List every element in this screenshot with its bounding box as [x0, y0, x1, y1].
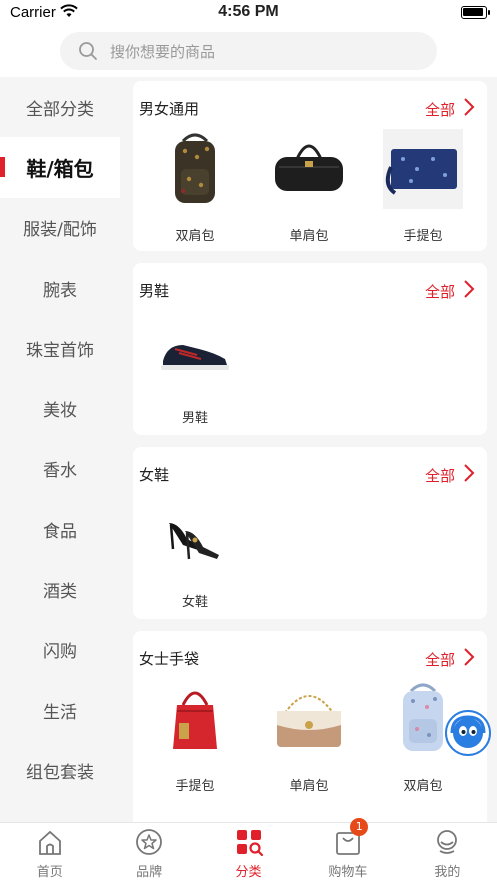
tab-label: 品牌 [136, 865, 163, 880]
clutch-icon [383, 129, 463, 209]
sidebar-item-all[interactable]: 全部分类 [0, 77, 120, 137]
product-shoulder-bag[interactable]: 单肩包 [259, 677, 359, 794]
section-title: 男女通用 [139, 100, 200, 118]
section-title: 女士手袋 [139, 650, 200, 668]
sidebar-item-shoes-bags[interactable]: 鞋/箱包 [0, 137, 120, 198]
sidebar-item-life[interactable]: 生活 [0, 680, 120, 740]
sneaker-icon [161, 345, 229, 370]
tab-brand[interactable]: 品牌 [99, 823, 198, 883]
sidebar-item-jewelry[interactable]: 珠宝首饰 [0, 318, 120, 378]
sidebar-item-label: 组包套装 [26, 762, 94, 783]
tab-label: 购物车 [328, 865, 368, 880]
sidebar-item-label: 全部分类 [26, 99, 94, 120]
section-title: 男鞋 [139, 282, 170, 300]
category-content: 男女通用 全部 双肩包 单肩包 手提包 男鞋 全部 男鞋 女鞋 全部 女鞋 女士… [120, 77, 497, 822]
product-label: 手提包 [175, 779, 215, 794]
sidebar-item-label: 食品 [43, 521, 77, 542]
product-label: 单肩包 [289, 229, 329, 244]
section-women-bags: 女士手袋 全部 手提包 单肩包 双肩包 [133, 631, 487, 822]
search-placeholder: 搜你想要的商品 [110, 43, 216, 61]
customer-service-icon[interactable] [444, 709, 492, 757]
tab-cart[interactable]: 1 购物车 [298, 818, 397, 883]
sidebar-item-perfume[interactable]: 香水 [0, 439, 120, 499]
sidebar-item-apparel[interactable]: 服装/配饰 [0, 198, 120, 258]
product-handbag[interactable]: 手提包 [373, 127, 473, 244]
sidebar-item-label: 美妆 [43, 401, 77, 422]
shoulder-bag-icon [277, 695, 341, 747]
status-bar: Carrier 4:56 PM [0, 0, 497, 26]
sidebar-item-label: 生活 [43, 702, 77, 723]
sidebar-item-wine[interactable]: 酒类 [0, 559, 120, 619]
category-grid-icon [236, 830, 263, 857]
view-all-link[interactable]: 全部 [425, 465, 455, 486]
profile-icon [437, 830, 458, 854]
view-all-link[interactable]: 全部 [425, 99, 455, 120]
cart-badge: 1 [350, 818, 369, 836]
section-women-shoes: 女鞋 全部 女鞋 [133, 447, 487, 619]
sidebar-item-label: 鞋/箱包 [26, 156, 94, 181]
tab-profile[interactable]: 我的 [398, 823, 497, 883]
search-input[interactable]: 搜你想要的商品 [60, 32, 437, 70]
search-icon [79, 42, 97, 60]
section-men-shoes: 男鞋 全部 男鞋 [133, 263, 487, 435]
battery-icon [461, 6, 490, 19]
chevron-right-icon[interactable] [463, 279, 475, 299]
section-title: 女鞋 [139, 466, 170, 484]
brand-star-icon [136, 829, 163, 855]
home-icon [38, 830, 61, 855]
heels-icon [169, 523, 219, 560]
tab-home[interactable]: 首页 [0, 823, 99, 883]
sidebar-item-flash-sale[interactable]: 闪购 [0, 620, 120, 680]
product-women-shoes[interactable]: 女鞋 [145, 493, 245, 610]
product-handbag[interactable]: 手提包 [145, 677, 245, 794]
sidebar-item-watches[interactable]: 腕表 [0, 258, 120, 318]
chevron-right-icon[interactable] [463, 97, 475, 117]
sidebar-item-label: 腕表 [43, 280, 77, 301]
sidebar-item-label: 闪购 [43, 642, 77, 663]
product-backpack[interactable]: 双肩包 [145, 127, 245, 244]
sidebar-item-food[interactable]: 食品 [0, 499, 120, 559]
product-label: 手提包 [403, 229, 443, 244]
sidebar-item-label: 珠宝首饰 [26, 340, 94, 361]
tab-label: 首页 [36, 865, 63, 880]
sidebar-item-bundles[interactable]: 组包套装 [0, 740, 120, 800]
duffel-bag-icon [275, 144, 343, 191]
bottom-tab-bar: 首页 品牌 分类 1 购物车 我的 [0, 818, 497, 883]
sidebar-item-label: 酒类 [43, 582, 77, 603]
view-all-link[interactable]: 全部 [425, 281, 455, 302]
section-unisex: 男女通用 全部 双肩包 单肩包 手提包 [133, 81, 487, 251]
bucket-bag-icon [173, 691, 217, 749]
category-sidebar: 全部分类 鞋/箱包 服装/配饰 腕表 珠宝首饰 美妆 香水 食品 酒类 闪购 生… [0, 77, 120, 822]
product-label: 女鞋 [181, 595, 208, 610]
product-shoulder-bag[interactable]: 单肩包 [259, 127, 359, 244]
tab-label: 我的 [434, 865, 461, 880]
sidebar-item-label: 服装/配饰 [23, 220, 97, 241]
tab-label: 分类 [235, 865, 262, 880]
product-label: 双肩包 [175, 229, 215, 244]
clock: 4:56 PM [218, 3, 279, 20]
product-men-shoes[interactable]: 男鞋 [145, 309, 245, 426]
product-label: 男鞋 [181, 411, 208, 426]
sidebar-item-label: 香水 [43, 461, 77, 482]
chevron-right-icon[interactable] [463, 463, 475, 483]
chevron-right-icon[interactable] [463, 647, 475, 667]
view-all-link[interactable]: 全部 [425, 649, 455, 670]
backpack-icon [175, 133, 215, 203]
tab-category[interactable]: 分类 [199, 823, 298, 883]
sidebar-item-beauty[interactable]: 美妆 [0, 378, 120, 438]
product-label: 双肩包 [403, 779, 443, 794]
product-label: 单肩包 [289, 779, 329, 794]
